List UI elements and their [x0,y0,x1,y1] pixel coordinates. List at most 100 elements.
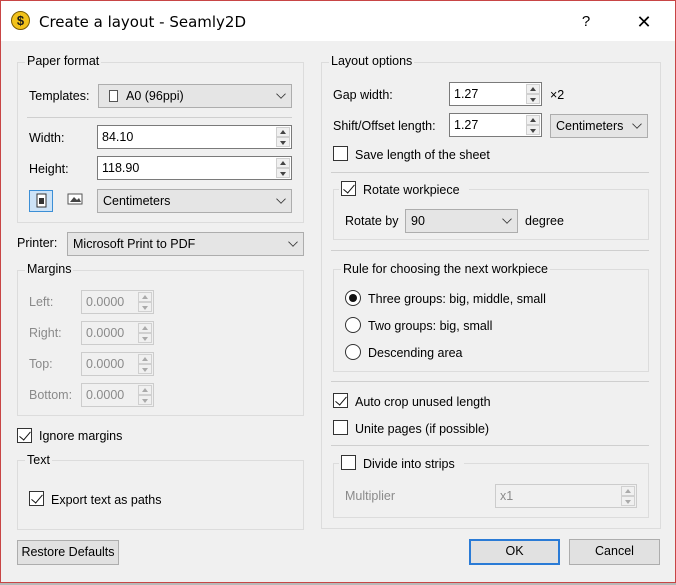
ok-button[interactable]: OK [469,539,560,565]
margins-title: Margins [25,262,74,276]
down-arrow[interactable] [138,302,152,312]
shift-units-value: Centimeters [556,119,624,133]
width-label: Width: [29,131,65,145]
down-arrow[interactable] [526,94,540,104]
up-arrow[interactable] [138,385,152,395]
rotate-by-value: 90 [411,214,425,228]
margin-left-value: 0.0000 [86,295,125,309]
divider [27,117,292,118]
templates-label: Templates: [29,89,90,103]
divide-strips-label: Divide into strips [363,457,455,471]
gap-multiplier-label: ×2 [550,88,565,102]
multiplier-spinbox[interactable]: x1 [495,484,637,508]
height-down-arrow[interactable] [276,168,290,178]
gap-width-label: Gap width: [333,88,393,102]
down-arrow[interactable] [526,125,540,135]
chevron-down-icon [502,214,512,224]
portrait-orientation-button[interactable] [29,190,53,212]
chevron-down-icon [288,237,298,247]
height-up-arrow[interactable] [276,158,290,168]
rule-radio-three-groups[interactable] [345,290,361,306]
margin-right-label: Right: [29,326,62,340]
margin-right-spinbox[interactable]: 0.0000 [81,321,154,345]
printer-value: Microsoft Print to PDF [73,237,196,251]
multiplier-label: Multiplier [345,489,396,503]
create-layout-dialog: $ Create a layout - Seamly2D ? ✕ Paper f… [0,0,676,583]
gap-width-value: 1.27 [454,87,479,101]
paper-units-value: Centimeters [103,194,171,208]
save-length-checkbox[interactable] [333,146,348,161]
export-text-label: Export text as paths [51,493,162,507]
divide-strips-checkbox[interactable] [341,455,356,470]
up-arrow[interactable] [526,115,540,125]
chevron-down-icon [276,194,286,204]
rule-option-label: Two groups: big, small [368,319,493,333]
ignore-margins-label: Ignore margins [39,429,123,443]
paper-format-title: Paper format [25,54,102,68]
printer-label: Printer: [17,236,58,250]
margin-top-value: 0.0000 [86,357,125,371]
gap-width-spinbox[interactable]: 1.27 [449,82,542,106]
multiplier-value: x1 [500,489,514,503]
close-button[interactable]: ✕ [629,9,659,35]
seamly-app-icon: $ [11,11,30,30]
margin-bottom-spinbox[interactable]: 0.0000 [81,383,154,407]
margin-left-label: Left: [29,295,54,309]
width-down-arrow[interactable] [276,137,290,147]
margin-top-label: Top: [29,357,53,371]
down-arrow[interactable] [138,364,152,374]
rotate-workpiece-label: Rotate workpiece [363,183,460,197]
restore-defaults-button[interactable]: Restore Defaults [17,540,119,565]
width-up-arrow[interactable] [276,127,290,137]
help-button[interactable]: ? [571,9,601,35]
up-arrow[interactable] [138,292,152,302]
down-arrow[interactable] [621,496,635,506]
up-arrow[interactable] [526,84,540,94]
up-arrow[interactable] [138,323,152,333]
title-bar: $ Create a layout - Seamly2D ? ✕ [1,1,675,41]
templates-value: A0 (96ppi) [126,89,184,103]
margin-top-spinbox[interactable]: 0.0000 [81,352,154,376]
chevron-down-icon [276,89,286,99]
shift-offset-spinbox[interactable]: 1.27 [449,113,542,137]
width-spinbox[interactable]: 84.10 [97,125,292,149]
landscape-orientation-button[interactable] [63,190,87,212]
window-title: Create a layout - Seamly2D [39,13,247,31]
rule-option-label: Three groups: big, middle, small [368,292,546,306]
up-arrow[interactable] [138,354,152,364]
down-arrow[interactable] [138,333,152,343]
export-text-checkbox[interactable] [29,491,44,506]
chevron-down-icon [632,119,642,129]
landscape-icon [67,193,83,205]
height-label: Height: [29,162,69,176]
rule-radio-descending-area[interactable] [345,344,361,360]
shift-offset-value: 1.27 [454,118,479,132]
templates-combo[interactable]: A0 (96ppi) [98,84,292,108]
up-arrow[interactable] [621,486,635,496]
auto-crop-label: Auto crop unused length [355,395,491,409]
height-value: 118.90 [102,161,140,175]
shift-units-combo[interactable]: Centimeters [550,114,648,138]
down-arrow[interactable] [138,395,152,405]
page-icon [109,90,118,102]
rule-option-label: Descending area [368,346,463,360]
paper-units-combo[interactable]: Centimeters [97,189,292,213]
text-group-title: Text [25,453,52,467]
height-spinbox[interactable]: 118.90 [97,156,292,180]
auto-crop-checkbox[interactable] [333,393,348,408]
ignore-margins-checkbox[interactable] [17,428,32,443]
degree-label: degree [525,214,564,228]
divider [331,172,649,173]
margin-left-spinbox[interactable]: 0.0000 [81,290,154,314]
width-value: 84.10 [102,130,134,144]
rotate-by-combo[interactable]: 90 [405,209,518,233]
divider [331,381,649,382]
portrait-icon [36,193,47,208]
shift-offset-label: Shift/Offset length: [333,119,436,133]
printer-combo[interactable]: Microsoft Print to PDF [67,232,304,256]
unite-pages-checkbox[interactable] [333,420,348,435]
cancel-button[interactable]: Cancel [569,539,660,565]
rule-radio-two-groups[interactable] [345,317,361,333]
unite-pages-label: Unite pages (if possible) [355,422,490,436]
rotate-workpiece-checkbox[interactable] [341,181,356,196]
